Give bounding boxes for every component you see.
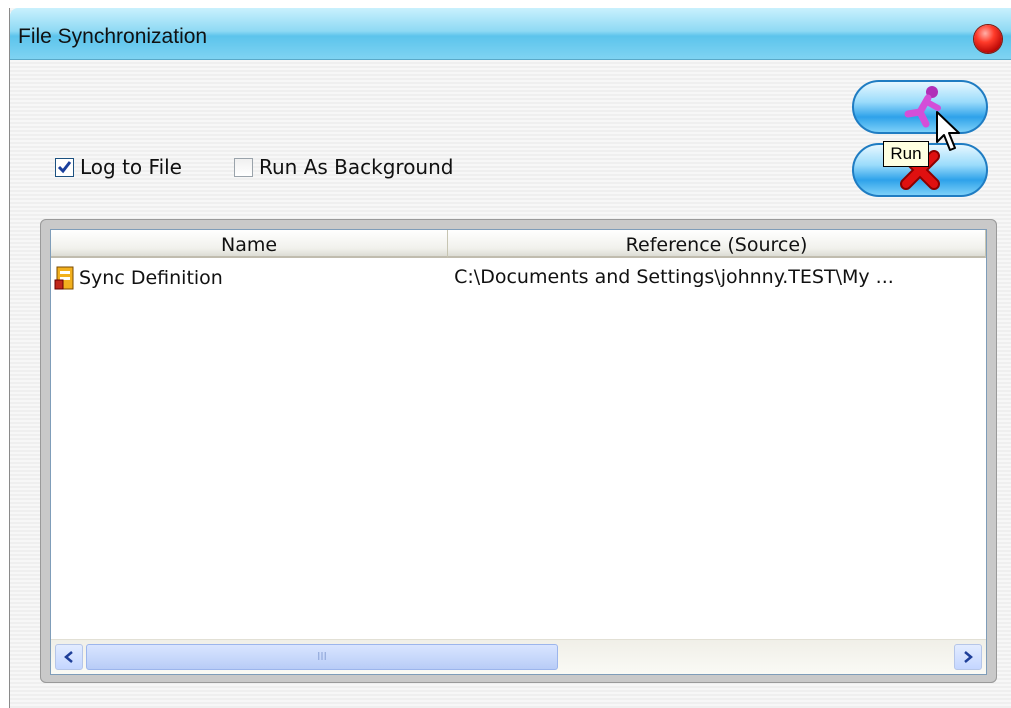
window-title: File Synchronization [18, 25, 208, 48]
title-bar[interactable]: File Synchronization [10, 8, 1011, 60]
log-to-file-checkbox[interactable] [55, 157, 74, 177]
run-button[interactable] [852, 80, 988, 134]
log-to-file-label: Log to File [80, 155, 182, 179]
horizontal-scrollbar[interactable]: III [51, 639, 986, 674]
run-as-background-label: Run As Background [259, 155, 454, 179]
run-as-background-checkbox[interactable] [234, 157, 253, 177]
checkmark-icon [57, 160, 72, 173]
run-tooltip: Run [883, 141, 929, 167]
list-header: Name Reference (Source) [51, 230, 986, 260]
list-frame: Name Reference (Source) Sync Definition … [40, 219, 997, 683]
log-to-file-option[interactable]: Log to File [55, 155, 182, 179]
scroll-left-button[interactable] [55, 644, 83, 670]
sync-definition-icon [54, 266, 74, 290]
sync-list[interactable]: Name Reference (Source) Sync Definition … [50, 229, 987, 675]
chevron-left-icon [64, 651, 73, 663]
column-header-reference[interactable]: Reference (Source) [448, 230, 986, 258]
name-cell: Sync Definition [51, 263, 454, 293]
mouse-pointer-icon [936, 111, 960, 151]
list-row[interactable]: Sync Definition C:\Documents and Setting… [51, 263, 986, 293]
file-sync-window: File Synchronization Log to File Run As … [9, 8, 1011, 708]
scroll-right-button[interactable] [954, 644, 982, 670]
chevron-right-icon [964, 651, 973, 663]
name-text: Sync Definition [79, 267, 223, 289]
column-header-name[interactable]: Name [51, 230, 449, 258]
run-as-background-option[interactable]: Run As Background [234, 155, 453, 179]
scroll-thumb[interactable]: III [86, 644, 558, 670]
reference-cell: C:\Documents and Settings\johnny.TEST\My… [454, 266, 894, 288]
close-icon[interactable] [974, 25, 1002, 53]
